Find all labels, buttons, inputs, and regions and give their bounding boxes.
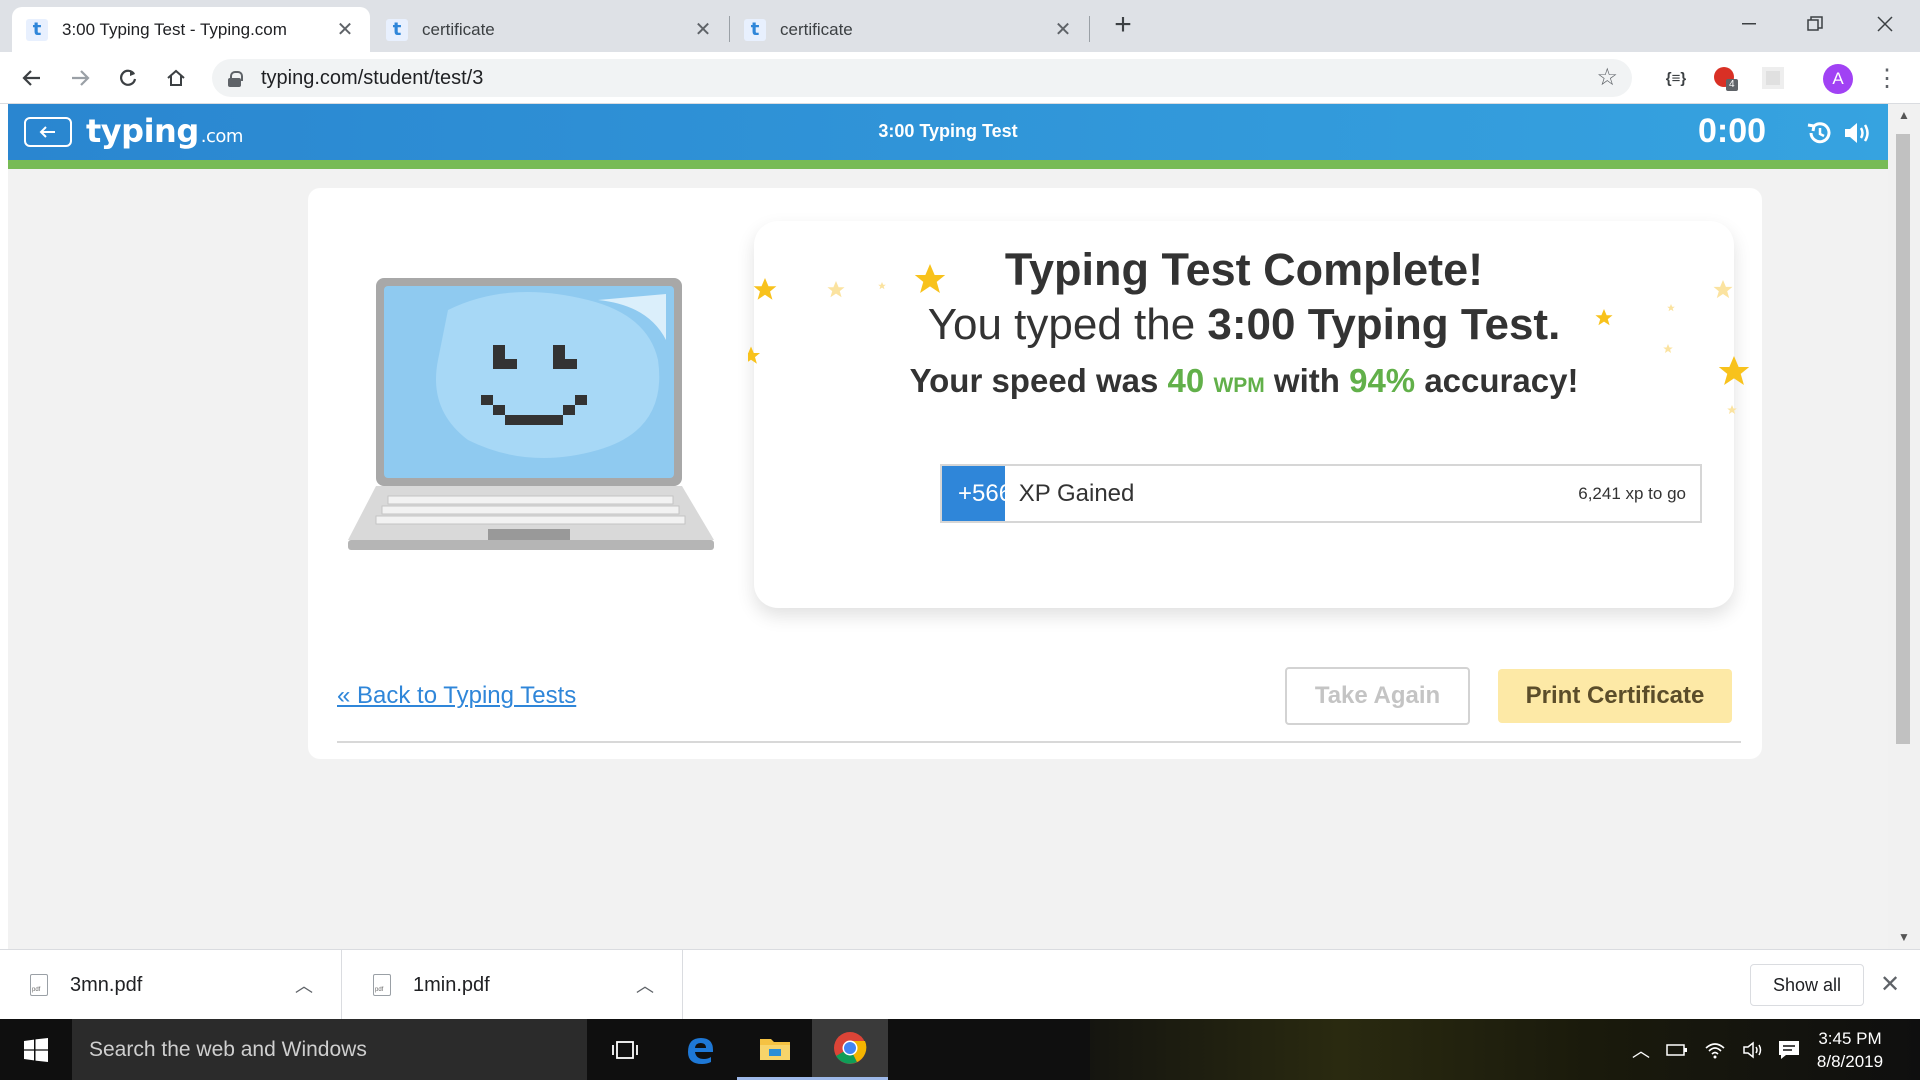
speed-suffix: accuracy! (1415, 362, 1579, 399)
result-headline: Typing Test Complete! (1004, 244, 1484, 295)
chevron-up-icon[interactable]: ︿ (295, 972, 313, 998)
clock-time: 3:45 PM (1818, 1029, 1882, 1048)
reload-icon[interactable] (112, 62, 144, 94)
result-subline: You typed the 3:00 Typing Test. (754, 300, 1734, 350)
new-tab-button[interactable]: + (1108, 10, 1138, 40)
tab-typing-test[interactable]: t 3:00 Typing Test - Typing.com ✕ (12, 7, 370, 52)
typing-favicon-icon: t (386, 18, 408, 41)
tab-certificate-2[interactable]: t certificate ✕ (730, 7, 1088, 52)
extension-braces-icon[interactable]: {≡} (1663, 65, 1689, 91)
back-arrow-icon[interactable] (16, 62, 48, 94)
action-center-icon[interactable] (1772, 1019, 1806, 1080)
history-icon[interactable] (1804, 118, 1834, 148)
speed-mid: with (1264, 362, 1350, 399)
wifi-icon[interactable] (1698, 1019, 1732, 1080)
app-header: typing .com 3:00 Typing Test 0:00 (8, 104, 1888, 160)
typing-favicon-icon: t (744, 18, 766, 41)
browser-toolbar: typing.com/student/test/3 ☆ {≡} 4 A ⋮ (0, 52, 1920, 104)
extension-grey-icon[interactable] (1760, 65, 1786, 91)
address-bar[interactable]: typing.com/student/test/3 ☆ (212, 59, 1632, 97)
subline-test-name: 3:00 Typing Test. (1207, 300, 1561, 349)
scroll-down-icon[interactable]: ▼ (1898, 930, 1910, 944)
tab-certificate-1[interactable]: t certificate ✕ (372, 7, 728, 52)
url-text: typing.com/student/test/3 (261, 66, 484, 89)
header-stripe (8, 160, 1888, 169)
scroll-up-icon[interactable]: ▲ (1898, 108, 1910, 122)
tab-title: certificate (780, 19, 853, 39)
wpm-unit: WPM (1213, 374, 1265, 397)
edge-icon[interactable] (662, 1019, 738, 1080)
close-download-bar-icon[interactable]: ✕ (1880, 970, 1900, 999)
forward-arrow-icon[interactable] (64, 62, 96, 94)
chevron-up-icon[interactable]: ︿ (636, 972, 654, 998)
profile-avatar[interactable]: A (1823, 64, 1853, 94)
clock-date: 8/8/2019 (1816, 1052, 1884, 1071)
page-viewport: typing .com 3:00 Typing Test 0:00 Typing… (8, 104, 1888, 949)
system-clock[interactable]: 3:45 PM 8/8/2019 (1805, 1027, 1895, 1073)
tab-close-icon[interactable]: ✕ (334, 17, 356, 42)
wpm-value: 40 (1167, 362, 1205, 399)
speed-prefix: Your speed was (909, 362, 1168, 399)
download-filename: 3mn.pdf (70, 973, 143, 996)
taskbar-search-input[interactable]: Search the web and Windows (72, 1019, 587, 1080)
pdf-file-icon (30, 974, 48, 996)
browser-tab-strip: t 3:00 Typing Test - Typing.com ✕ t cert… (0, 0, 1920, 52)
xp-gained-value: +566 (958, 480, 1013, 507)
minimize-icon[interactable] (1724, 6, 1774, 42)
page-title: 3:00 Typing Test (878, 121, 1018, 141)
download-item[interactable]: 1min.pdf ︿ (343, 950, 683, 1020)
timer: 0:00 (1698, 112, 1767, 150)
task-view-icon[interactable] (587, 1019, 663, 1080)
lock-icon (228, 70, 243, 87)
tab-title: 3:00 Typing Test - Typing.com (62, 19, 287, 39)
start-button[interactable] (0, 1019, 72, 1080)
accuracy-value: 94% (1349, 362, 1416, 399)
smiling-laptop-illustration (348, 278, 714, 550)
download-filename: 1min.pdf (413, 973, 490, 996)
sound-icon[interactable] (1842, 118, 1872, 148)
chrome-icon[interactable] (812, 1019, 888, 1080)
restore-icon[interactable] (1790, 6, 1840, 42)
tab-separator (1089, 16, 1090, 42)
tray-chevron-up-icon[interactable]: ︿ (1626, 1019, 1656, 1080)
extension-red-icon[interactable]: 4 (1712, 65, 1738, 91)
page-scrollbar[interactable]: ▲ ▼ (1888, 104, 1920, 949)
take-again-button[interactable]: Take Again (1285, 667, 1470, 725)
download-item[interactable]: 3mn.pdf ︿ (0, 950, 342, 1020)
extension-badge: 4 (1729, 79, 1735, 90)
bookmark-star-icon[interactable]: ☆ (1596, 63, 1618, 92)
windows-logo-icon (24, 1037, 48, 1062)
speed-summary: Your speed was 40 WPM with 94% accuracy! (754, 362, 1734, 400)
tab-close-icon[interactable]: ✕ (692, 17, 714, 42)
xp-gained-label: XP Gained (1012, 480, 1135, 507)
print-certificate-button[interactable]: Print Certificate (1498, 669, 1732, 723)
volume-icon[interactable] (1736, 1019, 1770, 1080)
tab-title: certificate (422, 19, 495, 39)
typing-favicon-icon: t (26, 18, 48, 41)
menu-kebab-icon[interactable]: ⋮ (1875, 64, 1899, 93)
back-to-typing-tests-link[interactable]: « Back to Typing Tests (337, 682, 576, 710)
tab-close-icon[interactable]: ✕ (1052, 17, 1074, 42)
battery-icon[interactable] (1660, 1019, 1694, 1080)
close-window-icon[interactable] (1860, 6, 1910, 42)
xp-gained: +566 XP Gained (958, 480, 1134, 508)
xp-progress-bar: +566 XP Gained 6,241 xp to go (940, 464, 1702, 523)
scroll-thumb[interactable] (1896, 134, 1910, 744)
xp-to-go: 6,241 xp to go (1578, 484, 1686, 503)
file-explorer-icon[interactable] (737, 1019, 813, 1080)
subline-prefix: You typed the (927, 300, 1208, 349)
pdf-file-icon (373, 974, 391, 996)
download-bar: 3mn.pdf ︿ 1min.pdf ︿ Show all ✕ (0, 949, 1920, 1020)
home-icon[interactable] (160, 62, 192, 94)
divider (337, 741, 1741, 743)
show-all-downloads-button[interactable]: Show all (1750, 964, 1864, 1006)
windows-taskbar: Search the web and Windows ︿ 3:45 PM 8/8… (0, 1019, 1920, 1080)
